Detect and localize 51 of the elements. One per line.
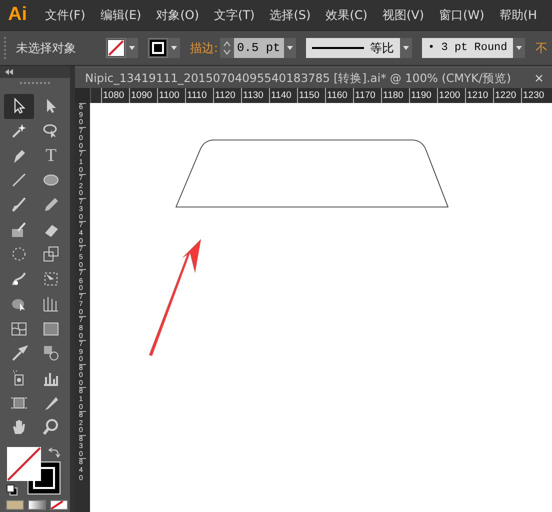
magnifier-icon: [42, 418, 60, 436]
document-tab[interactable]: Nipic_13419111_20150704095540183785 [转换].ai* @ 100% (CMYK/预览) ×: [75, 68, 552, 88]
brush-icon: [10, 196, 28, 214]
blob-brush-icon: [10, 220, 28, 239]
stroke-swatch[interactable]: [148, 38, 168, 58]
stepper-icon[interactable]: [220, 38, 234, 58]
color-mode-button[interactable]: [6, 500, 24, 510]
grid-icon: [42, 294, 60, 313]
app-logo: Ai: [8, 4, 27, 26]
menu-item[interactable]: 视图(V): [382, 6, 424, 24]
default-colors-icon[interactable]: [6, 484, 18, 496]
tool-button[interactable]: T: [36, 143, 66, 168]
grip-handle[interactable]: [4, 37, 8, 59]
stroke-label[interactable]: 描边:: [190, 40, 218, 56]
transform-icon: [42, 270, 60, 288]
fill-swatch[interactable]: [106, 38, 126, 58]
stroke-weight-field[interactable]: 0.5 pt: [234, 38, 284, 58]
swap-arrows-icon[interactable]: [48, 446, 60, 458]
collapse-icon[interactable]: [4, 69, 14, 75]
none-mode-button[interactable]: [50, 500, 68, 510]
brush-dropdown[interactable]: • 3 pt Round: [422, 38, 514, 58]
gradient-icon: [42, 320, 60, 338]
hand-icon: [10, 418, 28, 436]
opacity-label[interactable]: 不: [535, 40, 548, 56]
blend-icon: [42, 344, 60, 362]
menu-item[interactable]: 文字(T): [214, 6, 255, 24]
caret-icon[interactable]: [513, 38, 526, 58]
menu-item[interactable]: 窗口(W): [439, 6, 484, 24]
menu-item[interactable]: 编辑(E): [100, 6, 142, 24]
gradient-mode-button[interactable]: [28, 500, 46, 510]
menu-item[interactable]: 效果(C): [326, 6, 368, 24]
stroke-profile-dropdown[interactable]: 等比: [306, 38, 400, 58]
caret-icon[interactable]: [400, 38, 412, 58]
fill-stroke-swatches[interactable]: [6, 446, 62, 496]
menu-item[interactable]: 文件(F): [45, 6, 86, 24]
menu-item[interactable]: 帮助(H: [499, 6, 537, 24]
line-icon: [10, 171, 28, 190]
eyedropper-icon: [10, 344, 28, 362]
close-button[interactable]: ×: [534, 71, 544, 85]
menu-item[interactable]: 对象(O): [156, 6, 200, 24]
menu-item[interactable]: 选择(S): [270, 6, 311, 24]
caret-icon[interactable]: [126, 38, 138, 58]
wand-icon: [10, 122, 28, 140]
caret-icon[interactable]: [284, 38, 296, 58]
rotate-icon: [10, 245, 28, 264]
line-sample-icon: [312, 46, 364, 50]
tool-button[interactable]: [4, 94, 34, 119]
scale-icon: [42, 245, 60, 264]
caret-icon[interactable]: [168, 38, 180, 58]
mesh-icon: [10, 320, 28, 338]
selection-status: 未选择对象: [16, 40, 76, 56]
